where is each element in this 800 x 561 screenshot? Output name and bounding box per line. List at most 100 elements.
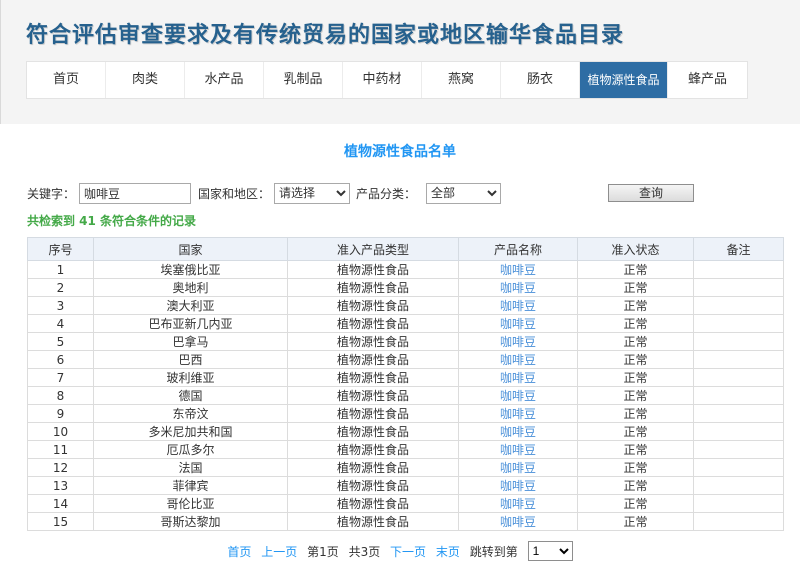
nav-tab-8[interactable]: 植物源性食品: [580, 62, 668, 98]
row-country: 玻利维亚: [94, 369, 288, 387]
table-row: 13菲律宾植物源性食品咖啡豆正常: [28, 477, 784, 495]
row-country: 东帝汶: [94, 405, 288, 423]
query-button[interactable]: 查询: [608, 184, 694, 202]
row-product: 咖啡豆: [459, 369, 578, 387]
jump-label: 跳转到第: [470, 545, 518, 559]
row-country: 菲律宾: [94, 477, 288, 495]
row-type: 植物源性食品: [288, 279, 459, 297]
page-header: 符合评估审查要求及有传统贸易的国家或地区输华食品目录 首页肉类水产品乳制品中药材…: [0, 0, 800, 124]
product-link[interactable]: 咖啡豆: [500, 497, 536, 511]
product-link[interactable]: 咖啡豆: [500, 317, 536, 331]
row-country: 巴布亚新几内亚: [94, 315, 288, 333]
product-link[interactable]: 咖啡豆: [500, 407, 536, 421]
table-row: 9东帝汶植物源性食品 咖啡豆 正常: [28, 405, 784, 423]
product-link[interactable]: 咖啡豆: [500, 335, 536, 349]
product-link[interactable]: 咖啡豆: [500, 389, 536, 403]
column-header: 序号: [28, 238, 94, 261]
row-product: 咖啡豆: [459, 297, 578, 315]
row-no: 5: [28, 333, 94, 351]
row-status: 正常: [578, 297, 694, 315]
table-row: 5巴拿马植物源性食品咖啡豆正常: [28, 333, 784, 351]
category-select[interactable]: 全部: [426, 183, 501, 204]
row-status: 正常: [578, 459, 694, 477]
nav-tab-3[interactable]: 水产品: [185, 62, 264, 98]
product-link[interactable]: 咖啡豆: [500, 461, 536, 475]
row-no: 2: [28, 279, 94, 297]
table-row: 3澳大利亚植物源性食品咖啡豆正常: [28, 297, 784, 315]
product-link[interactable]: 咖啡豆: [500, 515, 536, 529]
row-product: 咖啡豆: [459, 351, 578, 369]
row-remark: [694, 477, 784, 495]
row-type: 植物源性食品: [288, 369, 459, 387]
product-link[interactable]: 咖啡豆: [500, 371, 536, 385]
row-no: 9: [28, 405, 94, 423]
row-status: 正常: [578, 405, 694, 423]
keyword-input[interactable]: [79, 183, 191, 204]
row-product: 咖啡豆: [459, 261, 578, 279]
row-product: 咖啡豆: [459, 423, 578, 441]
product-link[interactable]: 咖啡豆: [500, 263, 536, 277]
column-header: 产品名称: [459, 238, 578, 261]
row-remark: [694, 405, 784, 423]
page-title: 植物源性食品名单: [0, 141, 800, 161]
nav-tabs: 首页肉类水产品乳制品中药材燕窝肠衣植物源性食品蜂产品: [26, 61, 748, 99]
table-header-row: 序号国家准入产品类型产品名称准入状态备注: [28, 238, 784, 261]
row-product: 咖啡豆: [459, 405, 578, 423]
prev-page-link[interactable]: 上一页: [261, 545, 297, 559]
row-remark: [694, 513, 784, 531]
product-link[interactable]: 咖啡豆: [500, 353, 536, 367]
nav-tab-7[interactable]: 肠衣: [501, 62, 580, 98]
nav-tab-4[interactable]: 乳制品: [264, 62, 343, 98]
row-remark: [694, 315, 784, 333]
table-row: 14哥伦比亚植物源性食品咖啡豆正常: [28, 495, 784, 513]
product-link[interactable]: 咖啡豆: [500, 425, 536, 439]
row-product: 咖啡豆: [459, 387, 578, 405]
first-page-link[interactable]: 首页: [227, 545, 251, 559]
nav-tab-6[interactable]: 燕窝: [422, 62, 501, 98]
product-link[interactable]: 咖啡豆: [500, 443, 536, 457]
row-no: 11: [28, 441, 94, 459]
row-type: 植物源性食品: [288, 315, 459, 333]
row-no: 13: [28, 477, 94, 495]
table-row: 4巴布亚新几内亚植物源性食品咖啡豆正常: [28, 315, 784, 333]
nav-tab-1[interactable]: 首页: [27, 62, 106, 98]
row-country: 法国: [94, 459, 288, 477]
column-header: 备注: [694, 238, 784, 261]
product-link[interactable]: 咖啡豆: [500, 299, 536, 313]
product-link[interactable]: 咖啡豆: [500, 281, 536, 295]
row-remark: [694, 459, 784, 477]
row-status: 正常: [578, 387, 694, 405]
results-table: 序号国家准入产品类型产品名称准入状态备注 1埃塞俄比亚植物源性食品咖啡豆正常2奥…: [27, 237, 784, 531]
row-type: 植物源性食品: [288, 495, 459, 513]
jump-page-select[interactable]: 1: [528, 541, 573, 561]
nav-tab-5[interactable]: 中药材: [343, 62, 422, 98]
row-no: 15: [28, 513, 94, 531]
row-country: 巴西: [94, 351, 288, 369]
row-remark: [694, 351, 784, 369]
row-no: 10: [28, 423, 94, 441]
column-header: 国家: [94, 238, 288, 261]
row-type: 植物源性食品: [288, 405, 459, 423]
last-page-link[interactable]: 末页: [436, 545, 460, 559]
row-type: 植物源性食品: [288, 387, 459, 405]
product-link[interactable]: 咖啡豆: [500, 479, 536, 493]
column-header: 准入产品类型: [288, 238, 459, 261]
row-no: 12: [28, 459, 94, 477]
row-status: 正常: [578, 369, 694, 387]
row-country: 奥地利: [94, 279, 288, 297]
row-product: 咖啡豆: [459, 459, 578, 477]
nav-tab-9[interactable]: 蜂产品: [668, 62, 747, 98]
nav-tab-2[interactable]: 肉类: [106, 62, 185, 98]
row-product: 咖啡豆: [459, 513, 578, 531]
row-status: 正常: [578, 513, 694, 531]
row-type: 植物源性食品: [288, 423, 459, 441]
country-select[interactable]: 请选择: [274, 183, 350, 204]
row-no: 3: [28, 297, 94, 315]
current-page-text: 第1页: [307, 545, 339, 559]
result-count-text: 共检索到 41 条符合条件的记录: [27, 212, 800, 229]
row-remark: [694, 441, 784, 459]
row-remark: [694, 369, 784, 387]
next-page-link[interactable]: 下一页: [390, 545, 426, 559]
row-status: 正常: [578, 351, 694, 369]
table-row: 10多米尼加共和国植物源性食品咖啡豆正常: [28, 423, 784, 441]
